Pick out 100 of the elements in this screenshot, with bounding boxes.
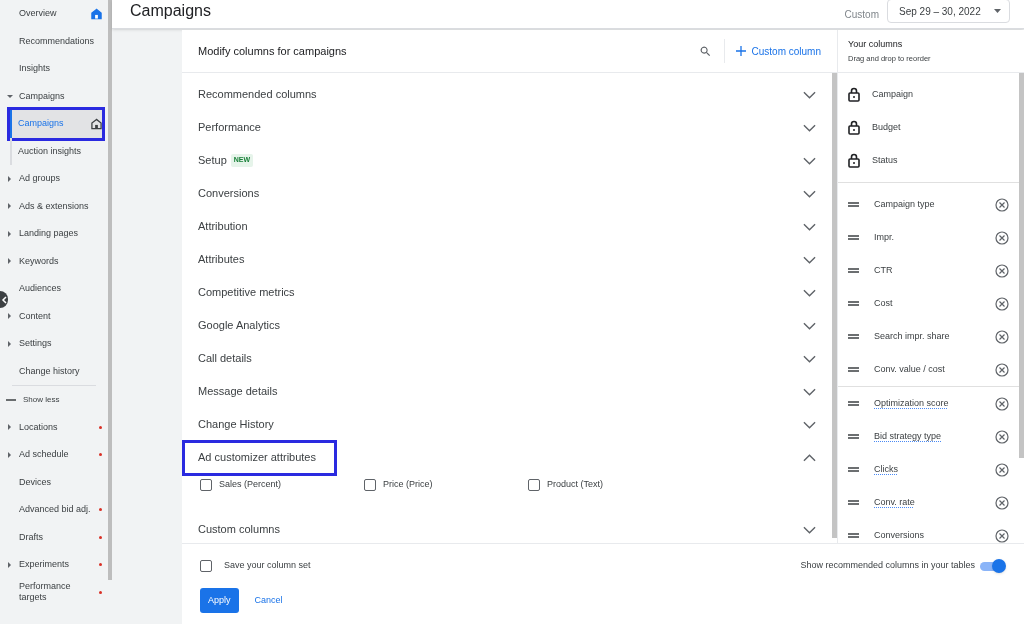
remove-icon[interactable] — [995, 230, 1009, 245]
cancel-button[interactable]: Cancel — [246, 588, 291, 613]
drag-handle-icon[interactable] — [848, 467, 859, 472]
drag-handle-icon[interactable] — [848, 334, 859, 339]
dropdown-arrow-icon — [994, 9, 1001, 13]
page-title: Campaigns — [130, 2, 211, 20]
remove-icon[interactable] — [995, 296, 1009, 311]
caret-right-icon[interactable] — [7, 340, 12, 347]
sidebar-item[interactable]: Keywords — [7, 247, 102, 275]
drag-handle-icon[interactable] — [848, 500, 859, 505]
sidebar-item[interactable]: Landing pages — [7, 220, 102, 248]
drag-handle-icon[interactable] — [848, 235, 859, 240]
custom-column-button[interactable]: Custom column — [735, 43, 821, 59]
drag-handle-icon[interactable] — [848, 301, 859, 306]
sidebar-item[interactable]: Advanced bid adj. — [7, 496, 102, 524]
sidebar-item[interactable]: Overview — [7, 0, 102, 28]
caret-right-icon[interactable] — [7, 561, 12, 568]
sidebar-item[interactable]: Campaigns — [10, 110, 102, 138]
sidebar-item[interactable]: Content — [7, 302, 102, 330]
category-row[interactable]: Performance — [182, 111, 832, 144]
apply-button[interactable]: Apply — [200, 588, 239, 613]
sidebar-item[interactable]: Ad groups — [7, 165, 102, 193]
drag-handle-icon[interactable] — [848, 268, 859, 273]
chevron-down-icon[interactable] — [803, 288, 816, 297]
category-row[interactable]: Attribution — [182, 210, 832, 243]
drag-handle-icon[interactable] — [848, 202, 859, 207]
sidebar-item[interactable]: Audiences — [7, 275, 102, 303]
category-row[interactable]: Message details — [182, 375, 832, 408]
list-scrollbar[interactable] — [832, 73, 837, 538]
sidebar-item[interactable]: Devices — [7, 468, 102, 496]
category-row[interactable]: Conversions — [182, 177, 832, 210]
chevron-down-icon[interactable] — [803, 321, 816, 330]
collapse-sidebar-button[interactable] — [0, 291, 8, 308]
sidebar-item[interactable]: Ads & extensions — [7, 192, 102, 220]
remove-icon[interactable] — [995, 263, 1009, 278]
remove-icon[interactable] — [995, 528, 1009, 543]
remove-icon[interactable] — [995, 362, 1009, 377]
date-range-dropdown[interactable]: Sep 29 – 30, 2022 — [887, 0, 1010, 23]
chevron-down-icon[interactable] — [803, 255, 816, 264]
chevron-down-icon[interactable] — [803, 156, 816, 165]
remove-icon[interactable] — [995, 495, 1009, 510]
remove-icon[interactable] — [995, 462, 1009, 477]
remove-icon[interactable] — [995, 429, 1009, 444]
category-row[interactable]: Attributes — [182, 243, 832, 276]
sidebar-item[interactable]: Experiments — [7, 551, 102, 579]
chevron-down-icon[interactable] — [803, 420, 816, 429]
search-icon[interactable] — [698, 44, 712, 58]
caret-right-icon[interactable] — [7, 203, 12, 210]
drag-handle-icon[interactable] — [848, 367, 859, 372]
sidebar-item[interactable]: Ad schedule — [7, 441, 102, 469]
category-row[interactable]: Custom columns — [182, 513, 832, 543]
chevron-down-icon[interactable] — [803, 123, 816, 132]
drag-handle-icon[interactable] — [848, 434, 859, 439]
checkbox[interactable] — [200, 560, 212, 572]
show-less-button[interactable]: Show less — [0, 386, 108, 414]
caret-right-icon[interactable] — [7, 424, 12, 431]
sidebar-item[interactable]: Change history — [7, 357, 102, 385]
remove-icon[interactable] — [995, 396, 1009, 411]
caret-right-icon[interactable] — [7, 313, 12, 320]
chevron-up-icon[interactable] — [803, 453, 816, 462]
sidebar-item[interactable]: Drafts — [7, 523, 102, 551]
sidebar-item[interactable]: Locations — [7, 413, 102, 441]
sidebar-item[interactable]: Campaigns — [7, 82, 102, 110]
date-range-label: Custom — [844, 7, 879, 22]
sidebar-item[interactable]: Settings — [7, 330, 102, 358]
caret-down-icon[interactable] — [7, 93, 13, 99]
caret-right-icon[interactable] — [7, 451, 12, 458]
sidebar-item[interactable]: Auction insights — [10, 137, 102, 165]
toggle-switch[interactable] — [980, 559, 1006, 573]
sidebar-scrollbar[interactable] — [108, 0, 112, 580]
category-row[interactable]: Recommended columns — [182, 78, 832, 111]
category-row[interactable]: Call details — [182, 342, 832, 375]
category-label: Conversions — [198, 186, 260, 202]
caret-right-icon[interactable] — [7, 175, 12, 182]
drag-handle-icon[interactable] — [848, 401, 859, 406]
chevron-down-icon[interactable] — [803, 90, 816, 99]
caret-right-icon[interactable] — [7, 230, 12, 237]
sidebar-item[interactable]: Recommendations — [7, 27, 102, 55]
checkbox[interactable] — [528, 478, 540, 491]
category-row[interactable]: Competitive metrics — [182, 276, 832, 309]
column-name: Conv. rate — [874, 495, 915, 509]
category-label: Attribution — [198, 219, 248, 235]
category-row[interactable]: Ad customizer attributes — [182, 441, 832, 474]
caret-right-icon[interactable] — [7, 258, 12, 265]
column-name: Campaign type — [874, 197, 935, 211]
sidebar-item[interactable]: Insights — [7, 55, 102, 83]
chevron-down-icon[interactable] — [803, 189, 816, 198]
columns-scrollbar[interactable] — [1019, 73, 1024, 458]
chevron-down-icon[interactable] — [803, 387, 816, 396]
chevron-down-icon[interactable] — [803, 222, 816, 231]
checkbox[interactable] — [364, 478, 376, 491]
category-row[interactable]: Google Analytics — [182, 309, 832, 342]
drag-handle-icon[interactable] — [848, 533, 859, 538]
sidebar-item[interactable]: Performance targets — [7, 578, 102, 606]
category-row[interactable]: Change History — [182, 408, 832, 441]
checkbox[interactable] — [200, 478, 212, 491]
remove-icon[interactable] — [995, 329, 1009, 344]
chevron-down-icon[interactable] — [803, 525, 816, 534]
remove-icon[interactable] — [995, 197, 1009, 212]
chevron-down-icon[interactable] — [803, 354, 816, 363]
